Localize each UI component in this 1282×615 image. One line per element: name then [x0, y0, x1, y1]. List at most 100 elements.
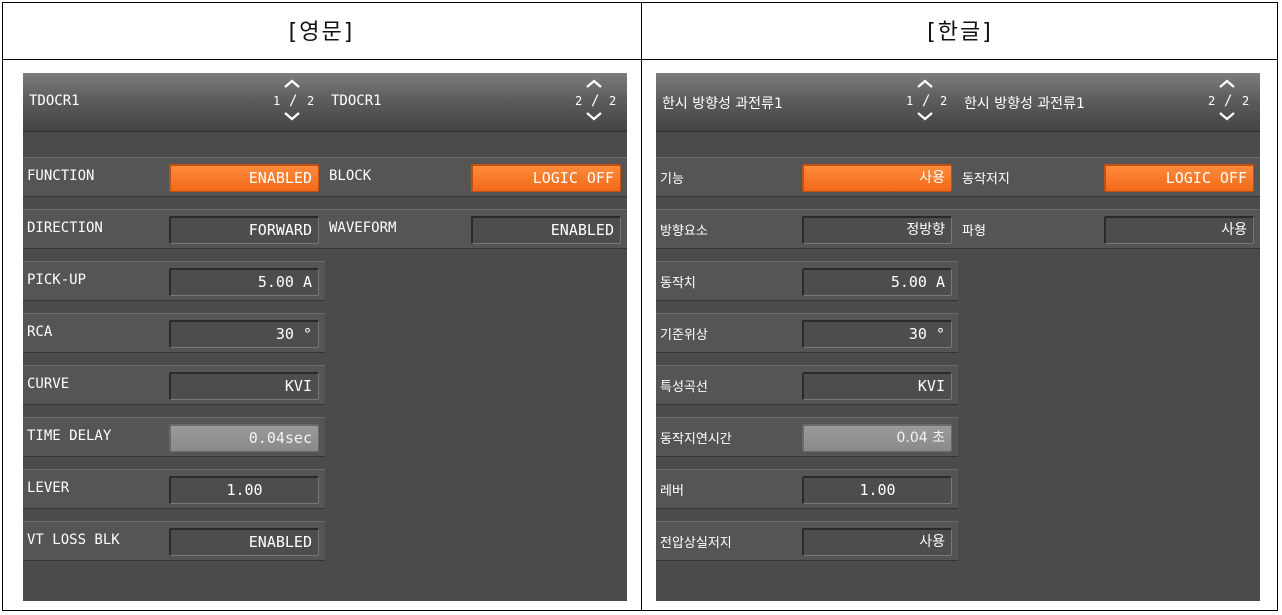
setting-value[interactable]: 5.00 A — [802, 268, 952, 296]
setting-value[interactable]: FORWARD — [169, 216, 319, 244]
setting-label: FUNCTION — [27, 168, 95, 184]
column-divider — [641, 2, 642, 611]
setting-label: 전압상실저지 — [660, 536, 732, 551]
setting-row-function[interactable]: 기능 사용 — [656, 157, 958, 197]
page-indicator: 1 / 2 — [900, 79, 954, 123]
setting-row-pick-up[interactable]: 동작치 5.00 A — [656, 261, 958, 301]
setting-value[interactable]: LOGIC OFF — [471, 164, 621, 192]
korean-page-2-screen: 한시 방향성 과전류1 2 / 2 동작저지 LOGIC OFF 파형 사용 — [958, 73, 1260, 601]
setting-label: 기능 — [660, 172, 684, 187]
chevron-down-icon[interactable] — [1218, 111, 1236, 121]
chevron-up-icon[interactable] — [283, 79, 301, 89]
page-total: 2 — [307, 94, 315, 108]
screen-title: TDOCR1 — [331, 93, 382, 109]
setting-value[interactable]: 사용 — [1104, 216, 1254, 244]
setting-row-curve[interactable]: 특성곡선 KVI — [656, 365, 958, 405]
setting-row-block[interactable]: BLOCK LOGIC OFF — [325, 157, 627, 197]
setting-row-time-delay[interactable]: 동작지연시간 0.04 초 — [656, 417, 958, 457]
setting-label: PICK-UP — [27, 272, 87, 288]
chevron-up-icon[interactable] — [1218, 79, 1236, 89]
page-total: 2 — [940, 94, 948, 108]
chevron-up-icon[interactable] — [916, 79, 934, 89]
setting-label: 동작지연시간 — [660, 432, 732, 447]
setting-row-waveform[interactable]: WAVEFORM ENABLED — [325, 209, 627, 249]
setting-value[interactable]: 0.04 초 — [802, 424, 952, 452]
setting-value[interactable]: 30 ° — [169, 320, 319, 348]
setting-label: 기준위상 — [660, 328, 708, 343]
setting-label: BLOCK — [329, 168, 372, 184]
setting-value[interactable]: KVI — [169, 372, 319, 400]
setting-row-time-delay[interactable]: TIME DELAY 0.04sec — [23, 417, 325, 457]
setting-row-vt-loss-blk[interactable]: VT LOSS BLK ENABLED — [23, 521, 325, 561]
setting-value[interactable]: ENABLED — [169, 164, 319, 192]
english-heading: [영문] — [288, 20, 355, 45]
setting-row-lever[interactable]: 레버 1.00 — [656, 469, 958, 509]
setting-label: TIME DELAY — [27, 428, 112, 444]
screen-header: TDOCR1 1 / 2 — [23, 73, 325, 132]
korean-heading: [한글] — [927, 20, 993, 45]
page-slash-icon: / — [591, 93, 600, 109]
page-indicator: 1 / 2 — [267, 79, 321, 123]
setting-value[interactable]: 사용 — [802, 528, 952, 556]
korean-page-1-screen: 한시 방향성 과전류1 1 / 2 기능 사용 방향요소 정방향 동작치 5.00 A… — [656, 73, 958, 601]
setting-label: 동작치 — [660, 276, 696, 291]
page-current: 2 — [1208, 94, 1216, 108]
setting-label: DIRECTION — [27, 220, 103, 236]
setting-label: LEVER — [27, 480, 70, 496]
setting-label: 레버 — [660, 484, 684, 499]
setting-value[interactable]: 0.04sec — [169, 424, 319, 452]
setting-value[interactable]: LOGIC OFF — [1104, 164, 1254, 192]
setting-row-direction[interactable]: DIRECTION FORWARD — [23, 209, 325, 249]
screen-title: 한시 방향성 과전류1 — [964, 96, 1085, 112]
setting-row-rca[interactable]: 기준위상 30 ° — [656, 313, 958, 353]
english-page-1-screen: TDOCR1 1 / 2 FUNCTION ENABLED DIRECTION FO… — [23, 73, 325, 601]
english-page-2-screen: TDOCR1 2 / 2 BLOCK LOGIC OFF WAVEFORM ENAB… — [325, 73, 627, 601]
setting-row-direction[interactable]: 방향요소 정방향 — [656, 209, 958, 249]
setting-label: 동작저지 — [962, 172, 1010, 187]
setting-row-vt-loss-blk[interactable]: 전압상실저지 사용 — [656, 521, 958, 561]
page-slash-icon: / — [1224, 93, 1233, 109]
setting-value[interactable]: 1.00 — [169, 476, 319, 504]
page-slash-icon: / — [922, 93, 931, 109]
setting-row-pick-up[interactable]: PICK-UP 5.00 A — [23, 261, 325, 301]
page-current: 2 — [575, 94, 583, 108]
setting-value[interactable]: ENABLED — [169, 528, 319, 556]
screen-header: 한시 방향성 과전류1 1 / 2 — [656, 73, 958, 132]
chevron-down-icon[interactable] — [916, 111, 934, 121]
setting-value[interactable]: 5.00 A — [169, 268, 319, 296]
setting-row-curve[interactable]: CURVE KVI — [23, 365, 325, 405]
setting-value[interactable]: 정방향 — [802, 216, 952, 244]
setting-value[interactable]: KVI — [802, 372, 952, 400]
setting-value[interactable]: 사용 — [802, 164, 952, 192]
screen-title: 한시 방향성 과전류1 — [662, 96, 783, 112]
page-total: 2 — [1242, 94, 1250, 108]
setting-value[interactable]: ENABLED — [471, 216, 621, 244]
setting-value[interactable]: 1.00 — [802, 476, 952, 504]
setting-row-lever[interactable]: LEVER 1.00 — [23, 469, 325, 509]
setting-row-block[interactable]: 동작저지 LOGIC OFF — [958, 157, 1260, 197]
screen-title: TDOCR1 — [29, 93, 80, 109]
screen-header: 한시 방향성 과전류1 2 / 2 — [958, 73, 1260, 132]
setting-row-waveform[interactable]: 파형 사용 — [958, 209, 1260, 249]
setting-value[interactable]: 30 ° — [802, 320, 952, 348]
page-current: 1 — [906, 94, 914, 108]
page-slash-icon: / — [289, 93, 298, 109]
setting-label: 방향요소 — [660, 224, 708, 239]
screen-header: TDOCR1 2 / 2 — [325, 73, 627, 132]
setting-label: 파형 — [962, 224, 986, 239]
page-total: 2 — [609, 94, 617, 108]
page-indicator: 2 / 2 — [1202, 79, 1256, 123]
setting-label: VT LOSS BLK — [27, 532, 120, 548]
setting-row-function[interactable]: FUNCTION ENABLED — [23, 157, 325, 197]
page-indicator: 2 / 2 — [569, 79, 623, 123]
chevron-down-icon[interactable] — [283, 111, 301, 121]
setting-label: WAVEFORM — [329, 220, 397, 236]
page-current: 1 — [273, 94, 281, 108]
chevron-down-icon[interactable] — [585, 111, 603, 121]
setting-label: CURVE — [27, 376, 70, 392]
header-divider — [2, 59, 1278, 60]
chevron-up-icon[interactable] — [585, 79, 603, 89]
setting-label: 특성곡선 — [660, 380, 708, 395]
setting-label: RCA — [27, 324, 53, 340]
setting-row-rca[interactable]: RCA 30 ° — [23, 313, 325, 353]
